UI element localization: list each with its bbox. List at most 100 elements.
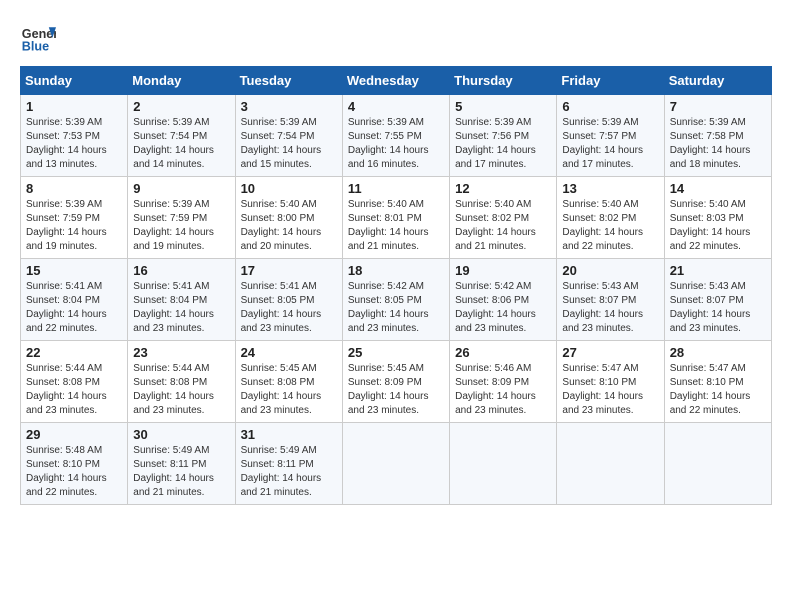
calendar-cell bbox=[342, 423, 449, 505]
day-info: Sunrise: 5:48 AM Sunset: 8:10 PM Dayligh… bbox=[26, 444, 122, 500]
day-info: Sunrise: 5:39 AM Sunset: 7:58 PM Dayligh… bbox=[670, 116, 766, 172]
calendar-cell: 13 Sunrise: 5:40 AM Sunset: 8:02 PM Dayl… bbox=[557, 177, 664, 259]
calendar-cell: 17 Sunrise: 5:41 AM Sunset: 8:05 PM Dayl… bbox=[235, 259, 342, 341]
day-info: Sunrise: 5:41 AM Sunset: 8:05 PM Dayligh… bbox=[241, 280, 337, 336]
day-number: 11 bbox=[348, 181, 444, 196]
calendar-week-3: 15 Sunrise: 5:41 AM Sunset: 8:04 PM Dayl… bbox=[21, 259, 772, 341]
day-info: Sunrise: 5:40 AM Sunset: 8:02 PM Dayligh… bbox=[455, 198, 551, 254]
calendar-cell: 25 Sunrise: 5:45 AM Sunset: 8:09 PM Dayl… bbox=[342, 341, 449, 423]
day-info: Sunrise: 5:40 AM Sunset: 8:03 PM Dayligh… bbox=[670, 198, 766, 254]
calendar-cell: 19 Sunrise: 5:42 AM Sunset: 8:06 PM Dayl… bbox=[450, 259, 557, 341]
day-number: 5 bbox=[455, 99, 551, 114]
weekday-header-sunday: Sunday bbox=[21, 67, 128, 95]
calendar-cell: 3 Sunrise: 5:39 AM Sunset: 7:54 PM Dayli… bbox=[235, 95, 342, 177]
day-info: Sunrise: 5:42 AM Sunset: 8:06 PM Dayligh… bbox=[455, 280, 551, 336]
calendar-body: 1 Sunrise: 5:39 AM Sunset: 7:53 PM Dayli… bbox=[21, 95, 772, 505]
weekday-header-wednesday: Wednesday bbox=[342, 67, 449, 95]
svg-text:Blue: Blue bbox=[22, 40, 49, 54]
page-header: General Blue bbox=[20, 20, 772, 56]
day-info: Sunrise: 5:39 AM Sunset: 7:59 PM Dayligh… bbox=[26, 198, 122, 254]
day-info: Sunrise: 5:39 AM Sunset: 7:57 PM Dayligh… bbox=[562, 116, 658, 172]
logo: General Blue bbox=[20, 20, 56, 56]
day-number: 30 bbox=[133, 427, 229, 442]
calendar-week-2: 8 Sunrise: 5:39 AM Sunset: 7:59 PM Dayli… bbox=[21, 177, 772, 259]
day-number: 20 bbox=[562, 263, 658, 278]
calendar-cell: 2 Sunrise: 5:39 AM Sunset: 7:54 PM Dayli… bbox=[128, 95, 235, 177]
calendar-cell: 30 Sunrise: 5:49 AM Sunset: 8:11 PM Dayl… bbox=[128, 423, 235, 505]
calendar-cell: 29 Sunrise: 5:48 AM Sunset: 8:10 PM Dayl… bbox=[21, 423, 128, 505]
day-number: 6 bbox=[562, 99, 658, 114]
day-number: 14 bbox=[670, 181, 766, 196]
calendar-cell: 28 Sunrise: 5:47 AM Sunset: 8:10 PM Dayl… bbox=[664, 341, 771, 423]
calendar-cell: 7 Sunrise: 5:39 AM Sunset: 7:58 PM Dayli… bbox=[664, 95, 771, 177]
day-info: Sunrise: 5:46 AM Sunset: 8:09 PM Dayligh… bbox=[455, 362, 551, 418]
day-info: Sunrise: 5:43 AM Sunset: 8:07 PM Dayligh… bbox=[562, 280, 658, 336]
day-number: 26 bbox=[455, 345, 551, 360]
day-number: 31 bbox=[241, 427, 337, 442]
calendar-cell bbox=[557, 423, 664, 505]
day-info: Sunrise: 5:42 AM Sunset: 8:05 PM Dayligh… bbox=[348, 280, 444, 336]
calendar-cell: 16 Sunrise: 5:41 AM Sunset: 8:04 PM Dayl… bbox=[128, 259, 235, 341]
day-number: 4 bbox=[348, 99, 444, 114]
calendar-cell: 31 Sunrise: 5:49 AM Sunset: 8:11 PM Dayl… bbox=[235, 423, 342, 505]
day-number: 29 bbox=[26, 427, 122, 442]
day-info: Sunrise: 5:39 AM Sunset: 7:59 PM Dayligh… bbox=[133, 198, 229, 254]
calendar-cell: 18 Sunrise: 5:42 AM Sunset: 8:05 PM Dayl… bbox=[342, 259, 449, 341]
calendar-cell: 23 Sunrise: 5:44 AM Sunset: 8:08 PM Dayl… bbox=[128, 341, 235, 423]
calendar-cell: 20 Sunrise: 5:43 AM Sunset: 8:07 PM Dayl… bbox=[557, 259, 664, 341]
day-info: Sunrise: 5:39 AM Sunset: 7:55 PM Dayligh… bbox=[348, 116, 444, 172]
day-number: 22 bbox=[26, 345, 122, 360]
calendar-cell: 6 Sunrise: 5:39 AM Sunset: 7:57 PM Dayli… bbox=[557, 95, 664, 177]
calendar-cell: 15 Sunrise: 5:41 AM Sunset: 8:04 PM Dayl… bbox=[21, 259, 128, 341]
day-number: 2 bbox=[133, 99, 229, 114]
day-info: Sunrise: 5:39 AM Sunset: 7:54 PM Dayligh… bbox=[133, 116, 229, 172]
weekday-header-saturday: Saturday bbox=[664, 67, 771, 95]
calendar-cell: 21 Sunrise: 5:43 AM Sunset: 8:07 PM Dayl… bbox=[664, 259, 771, 341]
calendar-header-row: SundayMondayTuesdayWednesdayThursdayFrid… bbox=[21, 67, 772, 95]
day-info: Sunrise: 5:45 AM Sunset: 8:09 PM Dayligh… bbox=[348, 362, 444, 418]
day-info: Sunrise: 5:49 AM Sunset: 8:11 PM Dayligh… bbox=[241, 444, 337, 500]
day-info: Sunrise: 5:47 AM Sunset: 8:10 PM Dayligh… bbox=[670, 362, 766, 418]
day-info: Sunrise: 5:47 AM Sunset: 8:10 PM Dayligh… bbox=[562, 362, 658, 418]
day-info: Sunrise: 5:44 AM Sunset: 8:08 PM Dayligh… bbox=[26, 362, 122, 418]
day-number: 27 bbox=[562, 345, 658, 360]
day-number: 15 bbox=[26, 263, 122, 278]
day-info: Sunrise: 5:40 AM Sunset: 8:00 PM Dayligh… bbox=[241, 198, 337, 254]
calendar-week-5: 29 Sunrise: 5:48 AM Sunset: 8:10 PM Dayl… bbox=[21, 423, 772, 505]
day-number: 24 bbox=[241, 345, 337, 360]
day-number: 28 bbox=[670, 345, 766, 360]
day-number: 23 bbox=[133, 345, 229, 360]
day-info: Sunrise: 5:49 AM Sunset: 8:11 PM Dayligh… bbox=[133, 444, 229, 500]
day-number: 8 bbox=[26, 181, 122, 196]
calendar-cell: 8 Sunrise: 5:39 AM Sunset: 7:59 PM Dayli… bbox=[21, 177, 128, 259]
calendar-cell: 11 Sunrise: 5:40 AM Sunset: 8:01 PM Dayl… bbox=[342, 177, 449, 259]
calendar-cell: 14 Sunrise: 5:40 AM Sunset: 8:03 PM Dayl… bbox=[664, 177, 771, 259]
calendar-cell: 4 Sunrise: 5:39 AM Sunset: 7:55 PM Dayli… bbox=[342, 95, 449, 177]
day-info: Sunrise: 5:44 AM Sunset: 8:08 PM Dayligh… bbox=[133, 362, 229, 418]
day-number: 25 bbox=[348, 345, 444, 360]
day-number: 13 bbox=[562, 181, 658, 196]
day-info: Sunrise: 5:41 AM Sunset: 8:04 PM Dayligh… bbox=[26, 280, 122, 336]
day-number: 7 bbox=[670, 99, 766, 114]
day-number: 12 bbox=[455, 181, 551, 196]
weekday-header-friday: Friday bbox=[557, 67, 664, 95]
calendar-cell bbox=[450, 423, 557, 505]
weekday-header-monday: Monday bbox=[128, 67, 235, 95]
calendar-cell: 1 Sunrise: 5:39 AM Sunset: 7:53 PM Dayli… bbox=[21, 95, 128, 177]
day-info: Sunrise: 5:43 AM Sunset: 8:07 PM Dayligh… bbox=[670, 280, 766, 336]
day-info: Sunrise: 5:39 AM Sunset: 7:56 PM Dayligh… bbox=[455, 116, 551, 172]
day-number: 1 bbox=[26, 99, 122, 114]
day-info: Sunrise: 5:40 AM Sunset: 8:01 PM Dayligh… bbox=[348, 198, 444, 254]
day-info: Sunrise: 5:45 AM Sunset: 8:08 PM Dayligh… bbox=[241, 362, 337, 418]
logo-icon: General Blue bbox=[20, 20, 56, 56]
day-number: 21 bbox=[670, 263, 766, 278]
weekday-header-tuesday: Tuesday bbox=[235, 67, 342, 95]
day-number: 19 bbox=[455, 263, 551, 278]
day-number: 18 bbox=[348, 263, 444, 278]
day-info: Sunrise: 5:40 AM Sunset: 8:02 PM Dayligh… bbox=[562, 198, 658, 254]
day-info: Sunrise: 5:41 AM Sunset: 8:04 PM Dayligh… bbox=[133, 280, 229, 336]
calendar-cell: 5 Sunrise: 5:39 AM Sunset: 7:56 PM Dayli… bbox=[450, 95, 557, 177]
day-number: 10 bbox=[241, 181, 337, 196]
day-number: 17 bbox=[241, 263, 337, 278]
calendar-cell: 24 Sunrise: 5:45 AM Sunset: 8:08 PM Dayl… bbox=[235, 341, 342, 423]
